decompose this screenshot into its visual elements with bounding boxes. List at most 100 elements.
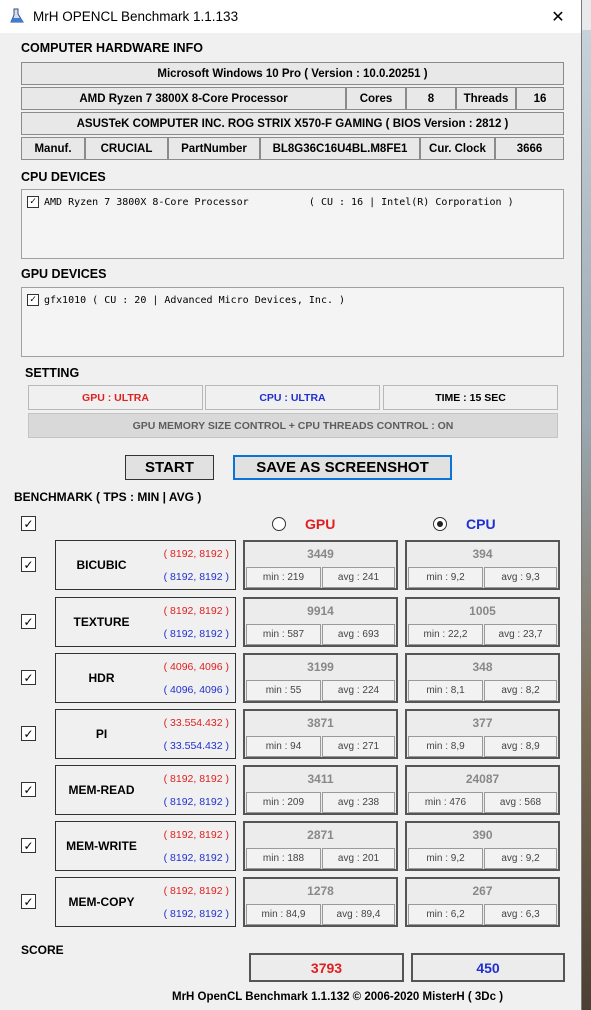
- threads-value: 16: [516, 87, 564, 110]
- test-name: MEM-COPY: [68, 895, 135, 909]
- cpu-result-avg: avg : 23,7: [484, 624, 557, 645]
- gpu-devices-list: ✓ gfx1010 ( CU : 20 | Advanced Micro Dev…: [21, 287, 564, 357]
- cpu-result-score: 390: [472, 828, 493, 842]
- cpu-result: 394 min : 9,2 avg : 9,3: [405, 540, 560, 590]
- row-checkbox[interactable]: ✓: [21, 894, 36, 909]
- gpu-result-avg: avg : 271: [322, 736, 395, 757]
- benchmark-row-name: HDR ( 4096, 4096 ) ( 4096, 4096 ): [55, 653, 236, 703]
- gpu-result-score: 3199: [307, 660, 334, 674]
- gpu-result-avg: avg : 201: [322, 848, 395, 869]
- cpu-result: 1005 min : 22,2 avg : 23,7: [405, 597, 560, 647]
- cpu-result-avg: avg : 6,3: [484, 904, 557, 925]
- benchmark-row-name: MEM-WRITE ( 8192, 8192 ) ( 8192, 8192 ): [55, 821, 236, 871]
- motherboard-info: ASUSTeK COMPUTER INC. ROG STRIX X570-F G…: [21, 112, 564, 135]
- score-heading: SCORE: [21, 943, 64, 957]
- gpu-result-avg: avg : 89,4: [322, 904, 395, 925]
- app-icon: [10, 8, 24, 23]
- close-icon: ✕: [551, 8, 565, 26]
- gpu-size: ( 33.554.432 ): [163, 717, 229, 729]
- cpu-size: ( 33.554.432 ): [163, 740, 229, 752]
- part-value: BL8G36C16U4BL.M8FE1: [260, 137, 420, 160]
- start-button[interactable]: START: [125, 455, 214, 480]
- test-name: MEM-WRITE: [66, 839, 137, 853]
- cpu-score: 450: [411, 953, 565, 982]
- gpu-result: 3871 min : 94 avg : 271: [243, 709, 398, 759]
- cpu-devices-list: ✓ AMD Ryzen 7 3800X 8-Core Processor ( C…: [21, 189, 564, 259]
- gpu-device-checkbox[interactable]: ✓: [27, 294, 39, 306]
- cpu-device-item[interactable]: ✓ AMD Ryzen 7 3800X 8-Core Processor ( C…: [27, 196, 514, 208]
- cpu-size: ( 4096, 4096 ): [163, 684, 229, 696]
- manuf-label: Manuf.: [21, 137, 85, 160]
- cpu-devices-heading: CPU DEVICES: [21, 170, 106, 184]
- select-all-checkbox[interactable]: ✓: [21, 516, 36, 531]
- cpu-result-avg: avg : 8,2: [484, 680, 557, 701]
- gpu-result: 3411 min : 209 avg : 238: [243, 765, 398, 815]
- gpu-result: 9914 min : 587 avg : 693: [243, 597, 398, 647]
- gpu-quality-select[interactable]: GPU : ULTRA: [28, 385, 203, 410]
- row-checkbox[interactable]: ✓: [21, 782, 36, 797]
- cpu-name: AMD Ryzen 7 3800X 8-Core Processor: [21, 87, 346, 110]
- gpu-size: ( 8192, 8192 ): [163, 548, 229, 560]
- cpu-result: 24087 min : 476 avg : 568: [405, 765, 560, 815]
- gpu-result-min: min : 55: [246, 680, 321, 701]
- os-info: Microsoft Windows 10 Pro ( Version : 10.…: [21, 62, 564, 85]
- benchmark-heading: BENCHMARK ( TPS : MIN | AVG ): [14, 490, 202, 504]
- clock-label: Cur. Clock: [420, 137, 495, 160]
- benchmark-row-name: BICUBIC ( 8192, 8192 ) ( 8192, 8192 ): [55, 540, 236, 590]
- setting-heading: SETTING: [25, 366, 80, 380]
- app-window: MrH OPENCL Benchmark 1.1.133 ✕ COMPUTER …: [0, 0, 582, 1010]
- gpu-device-item[interactable]: ✓ gfx1010 ( CU : 20 | Advanced Micro Dev…: [27, 294, 345, 306]
- benchmark-row-name: PI ( 33.554.432 ) ( 33.554.432 ): [55, 709, 236, 759]
- cpu-result: 377 min : 8,9 avg : 8,9: [405, 709, 560, 759]
- row-checkbox[interactable]: ✓: [21, 670, 36, 685]
- row-checkbox[interactable]: ✓: [21, 614, 36, 629]
- memory-control-toggle[interactable]: GPU MEMORY SIZE CONTROL + CPU THREADS CO…: [28, 413, 558, 438]
- cpu-result-min: min : 476: [408, 792, 483, 813]
- cpu-result-score: 24087: [465, 772, 500, 786]
- cpu-result-avg: avg : 8,9: [484, 736, 557, 757]
- gpu-result-score: 1278: [307, 884, 334, 898]
- cpu-result-score: 267: [472, 884, 493, 898]
- part-label: PartNumber: [168, 137, 260, 160]
- gpu-result-score: 3411: [307, 772, 334, 786]
- cpu-result-score: 377: [472, 716, 493, 730]
- cpu-size: ( 8192, 8192 ): [163, 796, 229, 808]
- benchmark-row-name: MEM-COPY ( 8192, 8192 ) ( 8192, 8192 ): [55, 877, 236, 927]
- cpu-result-min: min : 8,1: [408, 680, 483, 701]
- gpu-radio[interactable]: [272, 517, 286, 531]
- hardware-info-heading: COMPUTER HARDWARE INFO: [21, 41, 203, 55]
- test-name: PI: [95, 727, 108, 741]
- gpu-result-avg: avg : 693: [322, 624, 395, 645]
- gpu-size: ( 8192, 8192 ): [163, 885, 229, 897]
- cpu-result-score: 1005: [469, 604, 496, 618]
- cpu-result-min: min : 9,2: [408, 848, 483, 869]
- cpu-result: 348 min : 8,1 avg : 8,2: [405, 653, 560, 703]
- threads-label: Threads: [456, 87, 516, 110]
- time-select[interactable]: TIME : 15 SEC: [383, 385, 558, 410]
- title-bar[interactable]: MrH OPENCL Benchmark 1.1.133 ✕: [0, 0, 581, 33]
- row-checkbox[interactable]: ✓: [21, 838, 36, 853]
- cpu-quality-select[interactable]: CPU : ULTRA: [205, 385, 380, 410]
- cpu-result-min: min : 8,9: [408, 736, 483, 757]
- cores-label: Cores: [346, 87, 406, 110]
- row-checkbox[interactable]: ✓: [21, 557, 36, 572]
- gpu-size: ( 4096, 4096 ): [163, 661, 229, 673]
- gpu-size: ( 8192, 8192 ): [163, 829, 229, 841]
- gpu-device-label: gfx1010 ( CU : 20 | Advanced Micro Devic…: [44, 294, 346, 306]
- cpu-device-checkbox[interactable]: ✓: [27, 196, 39, 208]
- cpu-radio-label: CPU: [466, 516, 496, 532]
- cpu-device-label: AMD Ryzen 7 3800X 8-Core Processor ( CU …: [44, 196, 514, 208]
- close-button[interactable]: ✕: [535, 0, 581, 33]
- save-screenshot-button[interactable]: SAVE AS SCREENSHOT: [233, 455, 452, 480]
- gpu-result-score: 3449: [307, 547, 334, 561]
- manuf-value: CRUCIAL: [85, 137, 168, 160]
- benchmark-row-name: TEXTURE ( 8192, 8192 ) ( 8192, 8192 ): [55, 597, 236, 647]
- cpu-result-avg: avg : 9,2: [484, 848, 557, 869]
- cpu-size: ( 8192, 8192 ): [163, 628, 229, 640]
- cpu-result-score: 394: [472, 547, 493, 561]
- footer-copyright: MrH OpenCL Benchmark 1.1.132 © 2006-2020…: [172, 991, 504, 1003]
- cpu-radio[interactable]: [433, 517, 447, 531]
- gpu-result-min: min : 209: [246, 792, 321, 813]
- row-checkbox[interactable]: ✓: [21, 726, 36, 741]
- cores-value: 8: [406, 87, 456, 110]
